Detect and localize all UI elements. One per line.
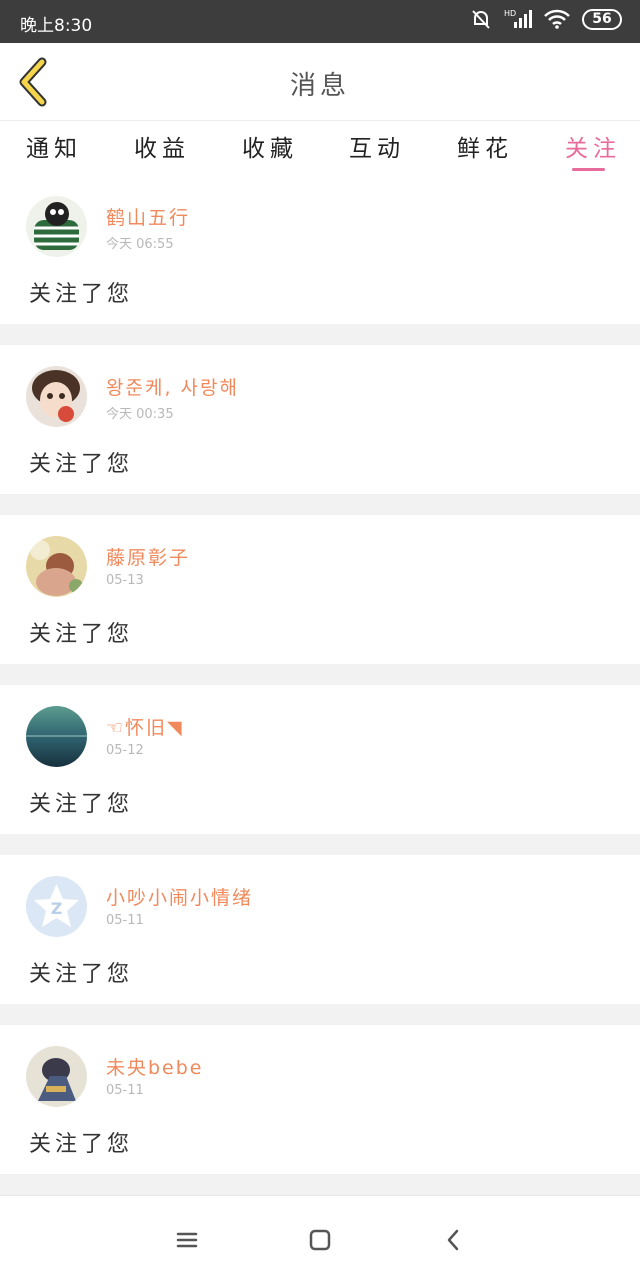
avatar[interactable]	[26, 706, 87, 767]
message-time: 05-13	[106, 573, 144, 588]
svg-text:Z: Z	[51, 899, 63, 918]
message-time: 05-11	[106, 1083, 144, 1098]
message-item[interactable]: 藤原彰子 05-13 关注了您	[0, 515, 640, 664]
message-item[interactable]: 鹤山五行 今天 06:55 关注了您	[0, 175, 640, 324]
message-text: 关注了您	[29, 622, 134, 647]
tab-favorites[interactable]: 收藏	[242, 129, 298, 163]
tab-earnings[interactable]: 收益	[134, 129, 190, 163]
back-icon	[447, 1229, 459, 1251]
divider	[0, 494, 640, 515]
status-bar: 晚上8:30 HD 56	[0, 0, 640, 43]
menu-icon	[176, 1232, 198, 1248]
divider	[0, 324, 640, 345]
wifi-icon	[544, 9, 570, 29]
message-text: 关注了您	[29, 1132, 134, 1157]
mute-icon	[472, 10, 490, 29]
message-time: 今天 06:55	[106, 237, 174, 252]
status-icons: HD 56	[470, 8, 622, 30]
divider	[0, 1004, 640, 1025]
divider	[0, 1174, 640, 1195]
divider	[0, 664, 640, 685]
message-list: 鹤山五行 今天 06:55 关注了您 왕준케, 사랑해 今天 00:35 关注了…	[0, 175, 640, 1195]
tab-bar: 通知 收益 收藏 互动 鲜花 关注	[0, 121, 640, 175]
message-time: 今天 00:35	[106, 407, 174, 422]
message-item[interactable]: 왕준케, 사랑해 今天 00:35 关注了您	[0, 345, 640, 494]
message-text: 关注了您	[29, 282, 134, 307]
active-tab-indicator	[572, 168, 605, 171]
tab-flowers[interactable]: 鲜花	[457, 129, 513, 163]
message-text: 关注了您	[29, 452, 134, 477]
message-time: 05-12	[106, 743, 144, 758]
page-title: 消息	[289, 71, 350, 101]
back-nav-button[interactable]	[440, 1226, 468, 1254]
user-name[interactable]: 未央bebe	[106, 1053, 204, 1080]
message-item[interactable]: Z 小吵小闹小情绪 05-11 关注了您	[0, 855, 640, 1004]
tab-follows[interactable]: 关注	[565, 129, 621, 163]
tab-interactions[interactable]: 互动	[349, 129, 405, 163]
signal-icon: HD	[504, 9, 532, 28]
network-label: HD	[504, 9, 516, 18]
avatar[interactable]	[26, 366, 87, 427]
header: 消息	[0, 43, 640, 121]
divider	[0, 834, 640, 855]
home-button[interactable]	[306, 1226, 334, 1254]
system-nav-bar	[0, 1195, 640, 1281]
menu-button[interactable]	[173, 1226, 201, 1254]
status-time: 晚上8:30	[20, 16, 93, 36]
avatar[interactable]	[26, 1046, 87, 1107]
user-name[interactable]: ☜怀旧◥	[106, 713, 184, 740]
user-name[interactable]: 小吵小闹小情绪	[106, 883, 253, 910]
user-name[interactable]: 藤原彰子	[106, 543, 190, 570]
tab-notifications[interactable]: 通知	[26, 129, 82, 163]
default-avatar-icon: Z	[26, 876, 87, 937]
message-item[interactable]: 未央bebe 05-11 关注了您	[0, 1025, 640, 1174]
home-icon	[309, 1229, 331, 1251]
avatar[interactable]	[26, 536, 87, 597]
message-time: 05-11	[106, 913, 144, 928]
avatar[interactable]: Z	[26, 876, 87, 937]
battery-indicator: 56	[582, 8, 622, 30]
message-text: 关注了您	[29, 792, 134, 817]
avatar[interactable]	[26, 196, 87, 257]
message-item[interactable]: ☜怀旧◥ 05-12 关注了您	[0, 685, 640, 834]
message-text: 关注了您	[29, 962, 134, 987]
user-name[interactable]: 왕준케, 사랑해	[106, 373, 239, 400]
user-name[interactable]: 鹤山五行	[106, 203, 190, 230]
